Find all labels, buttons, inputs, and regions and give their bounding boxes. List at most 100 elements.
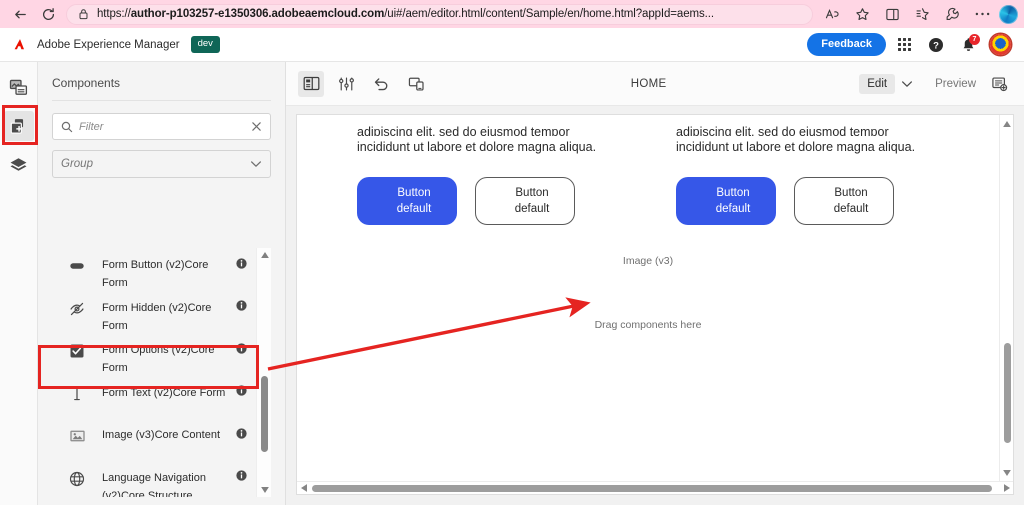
list-item[interactable]: Form Hidden (v2)Core Form	[52, 291, 255, 334]
filter-row	[38, 101, 285, 140]
info-circle-icon[interactable]	[235, 300, 247, 312]
page-properties-sliders-icon[interactable]	[333, 71, 359, 97]
button-line-1: Button	[834, 187, 868, 199]
component-label: Image (v3)Core Content	[88, 425, 235, 443]
read-aloud-icon[interactable]	[817, 0, 847, 28]
close-x-icon[interactable]	[251, 121, 262, 132]
page-column: adipiscing elit, sed do eiusmod tempor in…	[676, 121, 939, 225]
editor-toolbar: HOME Edit Preview	[286, 62, 1024, 106]
page-button-primary[interactable]: Button default	[357, 177, 457, 225]
checkbox-checked-icon	[66, 340, 88, 359]
components-panel: Components Group Form Button	[38, 62, 286, 505]
list-item[interactable]: Image (v3)Core Content	[52, 418, 255, 461]
star-favorite-icon[interactable]	[847, 0, 877, 28]
paragraph-clipped-line: adipiscing elit, sed do eiusmod tempor	[357, 125, 570, 136]
group-row: Group	[38, 140, 285, 178]
notifications-bell-icon[interactable]: 7	[954, 31, 982, 59]
more-options-icon[interactable]	[967, 0, 997, 28]
paragraph-text: adipiscing elit, sed do eiusmod tempor in…	[676, 121, 939, 158]
preview-button[interactable]: Preview	[925, 74, 986, 94]
page-canvas[interactable]: adipiscing elit, sed do eiusmod tempor in…	[296, 114, 1014, 495]
scroll-left-arrow-icon[interactable]	[297, 482, 310, 495]
component-label: Form Options (v2)Core Form	[88, 340, 235, 376]
button-line-1: Button	[397, 187, 431, 199]
info-circle-icon[interactable]	[235, 342, 247, 354]
button-line-2: default	[514, 203, 550, 215]
notification-count-badge: 7	[969, 33, 980, 45]
scrollbar-thumb[interactable]	[1004, 343, 1011, 443]
filter-box[interactable]	[52, 113, 271, 140]
paragraph-clipped-line: adipiscing elit, sed do eiusmod tempor	[676, 125, 889, 136]
component-group: Core Content	[154, 429, 221, 441]
canvas-horizontal-scrollbar[interactable]	[297, 481, 1013, 494]
info-circle-icon[interactable]	[235, 385, 247, 397]
collections-icon[interactable]	[907, 0, 937, 28]
sidebar-item-components[interactable]	[3, 111, 34, 141]
feedback-button[interactable]: Feedback	[807, 33, 886, 56]
page-information-icon[interactable]	[986, 71, 1012, 97]
mode-edit-button[interactable]: Edit	[859, 73, 896, 94]
application-root: https://author-p103257-e1350306.adobeaem…	[0, 0, 1024, 505]
panel-title: Components	[52, 76, 121, 90]
copilot-icon[interactable]	[999, 4, 1018, 24]
aem-header: Adobe Experience Manager dev Feedback ? …	[0, 28, 1024, 62]
address-bar[interactable]: https://author-p103257-e1350306.adobeaem…	[66, 3, 813, 25]
list-item[interactable]: Form Button (v2)Core Form	[52, 248, 255, 291]
list-item[interactable]: Form Text (v2)Core Form	[52, 376, 255, 419]
component-label: Language Navigation (v2)Core Structure	[88, 468, 235, 498]
button-line-1: Button	[515, 187, 549, 199]
group-select[interactable]: Group	[52, 150, 271, 178]
component-list-scrollbar[interactable]	[256, 248, 271, 497]
paragraph-body: incididunt ut labore et dolore magna ali…	[676, 140, 916, 154]
component-name: Form Text (v2)	[102, 386, 173, 399]
adobe-logo-icon	[10, 35, 29, 54]
svg-text:?: ?	[933, 40, 939, 51]
drop-zone-label[interactable]: Drag components here	[357, 319, 939, 331]
back-arrow-icon[interactable]	[6, 0, 34, 28]
scroll-right-arrow-icon[interactable]	[1000, 482, 1013, 495]
split-screen-icon[interactable]	[877, 0, 907, 28]
scroll-down-arrow-icon[interactable]	[1000, 466, 1013, 479]
paragraph-text: adipiscing elit, sed do eiusmod tempor in…	[357, 121, 620, 158]
page-button-secondary[interactable]: Button default	[794, 177, 894, 225]
search-input[interactable]	[73, 120, 251, 133]
lock-icon	[75, 7, 91, 21]
undo-icon[interactable]	[368, 71, 394, 97]
chevron-down-icon[interactable]	[895, 72, 919, 96]
device-emulator-icon[interactable]	[403, 71, 429, 97]
scroll-up-arrow-icon[interactable]	[1000, 117, 1013, 130]
help-question-icon[interactable]: ?	[922, 31, 950, 59]
search-icon	[61, 121, 73, 133]
image-icon	[66, 425, 88, 444]
page-button-secondary[interactable]: Button default	[475, 177, 575, 225]
url-text: https://author-p103257-e1350306.adobeaem…	[97, 8, 714, 20]
scroll-up-arrow-icon[interactable]	[257, 248, 271, 262]
info-circle-icon[interactable]	[235, 257, 247, 269]
sidebar-item-content-tree[interactable]	[4, 150, 34, 180]
editor-toolbar-right: Edit Preview	[859, 71, 1012, 97]
image-component-placeholder[interactable]: Image (v3)	[357, 255, 939, 267]
editor-page-title: HOME	[630, 77, 667, 90]
browser-actions	[817, 0, 1024, 28]
button-row: Button default Button default	[676, 177, 939, 225]
browser-essentials-icon[interactable]	[937, 0, 967, 28]
two-column-layout: adipiscing elit, sed do eiusmod tempor in…	[357, 115, 939, 225]
canvas-vertical-scrollbar[interactable]	[999, 115, 1013, 481]
refresh-icon[interactable]	[34, 0, 62, 28]
list-item[interactable]: Form Options (v2)Core Form	[52, 333, 255, 376]
component-label: Form Hidden (v2)Core Form	[88, 298, 235, 334]
sidebar-item-assets[interactable]	[4, 72, 34, 102]
scrollbar-thumb[interactable]	[312, 484, 992, 492]
avatar[interactable]	[986, 31, 1014, 59]
component-name: Form Options (v2)	[102, 344, 191, 356]
info-circle-icon[interactable]	[235, 470, 247, 482]
list-item[interactable]: Language Navigation (v2)Core Structure	[52, 461, 255, 498]
page-button-primary[interactable]: Button default	[676, 177, 776, 225]
scrollbar-thumb[interactable]	[261, 376, 268, 452]
scroll-down-arrow-icon[interactable]	[257, 483, 271, 497]
side-panel-toggle-icon[interactable]	[298, 70, 324, 97]
app-grid-icon[interactable]	[890, 31, 918, 59]
info-circle-icon[interactable]	[235, 427, 247, 439]
horizontal-scroll-track[interactable]	[310, 482, 1000, 495]
page-title: Adobe Experience Manager	[37, 38, 180, 51]
